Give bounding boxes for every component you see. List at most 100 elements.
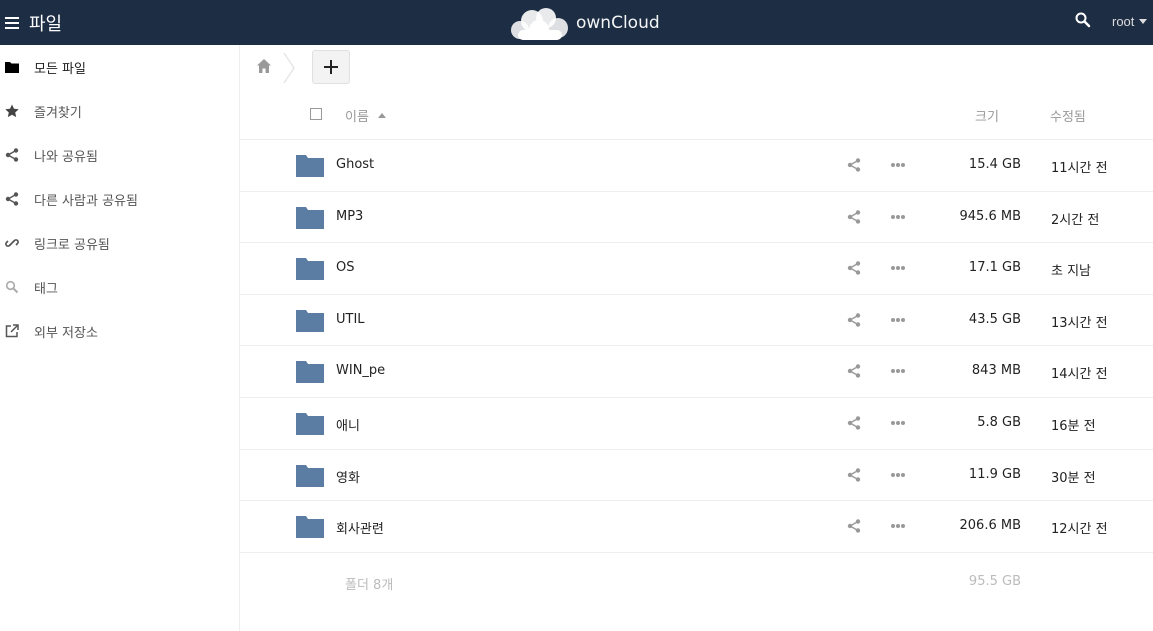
sidebar-item-label: 모든 파일 <box>34 61 86 77</box>
file-list-summary: 폴더 8개 95.5 GB <box>240 562 1153 602</box>
share-icon[interactable] <box>847 209 861 224</box>
user-menu[interactable]: root <box>1112 14 1148 29</box>
star-icon <box>5 104 19 118</box>
file-size: 945.6 MB <box>959 208 1021 224</box>
file-size: 43.5 GB <box>968 311 1021 327</box>
breadcrumb-home[interactable] <box>256 58 274 76</box>
file-name[interactable]: WIN_pe <box>336 363 385 378</box>
file-name[interactable]: MP3 <box>336 209 363 224</box>
sidebar-item-label: 다른 사람과 공유됨 <box>34 193 138 209</box>
file-modified: 13시간 전 <box>1051 315 1108 331</box>
file-size: 11.9 GB <box>968 466 1021 482</box>
user-name: root <box>1112 14 1135 29</box>
file-size: 843 MB <box>971 363 1021 379</box>
more-options-icon[interactable] <box>890 162 906 168</box>
app-name: 파일 <box>29 13 63 35</box>
file-controls-bar <box>240 45 1153 89</box>
column-header-name[interactable]: 이름 <box>345 106 386 125</box>
new-file-button[interactable] <box>312 50 350 84</box>
sidebar-item-shared-by-link[interactable]: 링크로 공유됨 <box>0 221 239 265</box>
share-icon <box>5 148 19 162</box>
share-icon[interactable] <box>847 416 861 430</box>
folder-icon <box>296 464 324 487</box>
file-modified: 16분 전 <box>1051 418 1096 434</box>
select-all-checkbox[interactable] <box>310 108 322 120</box>
share-icon[interactable] <box>847 519 861 533</box>
file-modified: 12시간 전 <box>1051 522 1108 538</box>
more-options-icon[interactable] <box>890 368 906 374</box>
share-icon[interactable] <box>847 467 861 482</box>
share-icon[interactable] <box>847 261 861 275</box>
sidebar-item-label: 나와 공유됨 <box>34 149 98 165</box>
sidebar-item-shared-with-others[interactable]: 다른 사람과 공유됨 <box>0 177 239 221</box>
file-list-header: 이름 크기 수정됨 <box>240 89 1153 140</box>
sidebar-item-external-storage[interactable]: 외부 저장소 <box>0 309 239 353</box>
total-size: 95.5 GB <box>968 574 1021 589</box>
file-size: 17.1 GB <box>968 260 1021 276</box>
folder-icon <box>296 309 324 332</box>
more-options-icon[interactable] <box>890 317 906 323</box>
home-icon <box>257 59 271 73</box>
file-modified: 30분 전 <box>1051 470 1096 486</box>
hamburger-menu-icon <box>5 16 19 29</box>
sidebar-item-label: 외부 저장소 <box>34 325 98 341</box>
sidebar-item-label: 링크로 공유됨 <box>34 237 110 253</box>
table-row[interactable]: MP3 945.6 MB 2시간 전 <box>240 192 1153 244</box>
folder-count: 폴더 8개 <box>345 578 394 593</box>
table-row[interactable]: WIN_pe 843 MB 14시간 전 <box>240 346 1153 398</box>
sidebar-item-label: 태그 <box>34 281 58 297</box>
file-modified: 11시간 전 <box>1051 161 1108 176</box>
file-size: 15.4 GB <box>968 157 1021 172</box>
file-size: 5.8 GB <box>977 414 1021 430</box>
share-icon <box>5 192 19 206</box>
search-button[interactable] <box>1075 12 1095 32</box>
sidebar-item-shared-with-you[interactable]: 나와 공유됨 <box>0 133 239 177</box>
folder-icon <box>296 155 324 177</box>
more-options-icon[interactable] <box>890 420 906 426</box>
table-row[interactable]: UTIL 43.5 GB 13시간 전 <box>240 295 1153 347</box>
table-row[interactable]: OS 17.1 GB 초 지남 <box>240 243 1153 295</box>
share-icon[interactable] <box>847 313 861 327</box>
file-name[interactable]: 영화 <box>336 467 360 486</box>
file-modified: 14시간 전 <box>1051 367 1108 383</box>
search-icon <box>1075 12 1091 28</box>
cloud-logo-icon <box>511 7 568 40</box>
column-header-modified[interactable]: 수정됨 <box>1050 106 1086 125</box>
more-options-icon[interactable] <box>890 523 906 529</box>
file-list: Ghost 15.4 GB 11시간 전 MP3 945.6 MB 2시간 전 … <box>240 140 1153 553</box>
owncloud-logo[interactable]: ownCloud <box>508 5 660 40</box>
file-name[interactable]: UTIL <box>336 312 365 327</box>
file-name[interactable]: OS <box>336 260 354 275</box>
folder-icon <box>296 412 324 435</box>
sort-ascending-icon <box>377 113 386 118</box>
file-name[interactable]: Ghost <box>336 157 374 172</box>
file-modified: 초 지남 <box>1051 264 1092 280</box>
link-icon <box>5 236 19 250</box>
sidebar-item-tags[interactable]: 태그 <box>0 265 239 309</box>
more-options-icon[interactable] <box>890 265 906 271</box>
sidebar: 모든 파일 즐겨찾기 나와 공유됨 다른 사람과 공유됨 링크로 공유됨 태그 <box>0 45 240 631</box>
column-header-size[interactable]: 크기 <box>975 106 999 125</box>
table-row[interactable]: 애니 5.8 GB 16분 전 <box>240 398 1153 450</box>
top-header: 파일 ownCloud root <box>0 0 1153 45</box>
caret-down-icon <box>1139 19 1148 24</box>
column-header-name-label: 이름 <box>345 110 369 125</box>
table-row[interactable]: 회사관련 206.6 MB 12시간 전 <box>240 501 1153 553</box>
sidebar-item-all-files[interactable]: 모든 파일 <box>0 45 239 89</box>
logo-text: ownCloud <box>576 12 660 33</box>
share-icon[interactable] <box>847 364 861 379</box>
app-menu-toggle[interactable]: 파일 <box>0 0 62 45</box>
sidebar-item-favorites[interactable]: 즐겨찾기 <box>0 89 239 133</box>
folder-icon <box>5 60 19 74</box>
tag-search-icon <box>5 280 19 294</box>
more-options-icon[interactable] <box>890 472 906 478</box>
folder-icon <box>296 206 324 229</box>
more-options-icon[interactable] <box>890 214 906 220</box>
file-name[interactable]: 회사관련 <box>336 518 384 537</box>
file-size: 206.6 MB <box>959 518 1021 534</box>
file-name[interactable]: 애니 <box>336 415 360 434</box>
folder-icon <box>296 258 324 281</box>
table-row[interactable]: Ghost 15.4 GB 11시간 전 <box>240 140 1153 192</box>
table-row[interactable]: 영화 11.9 GB 30분 전 <box>240 450 1153 502</box>
share-icon[interactable] <box>847 158 861 172</box>
